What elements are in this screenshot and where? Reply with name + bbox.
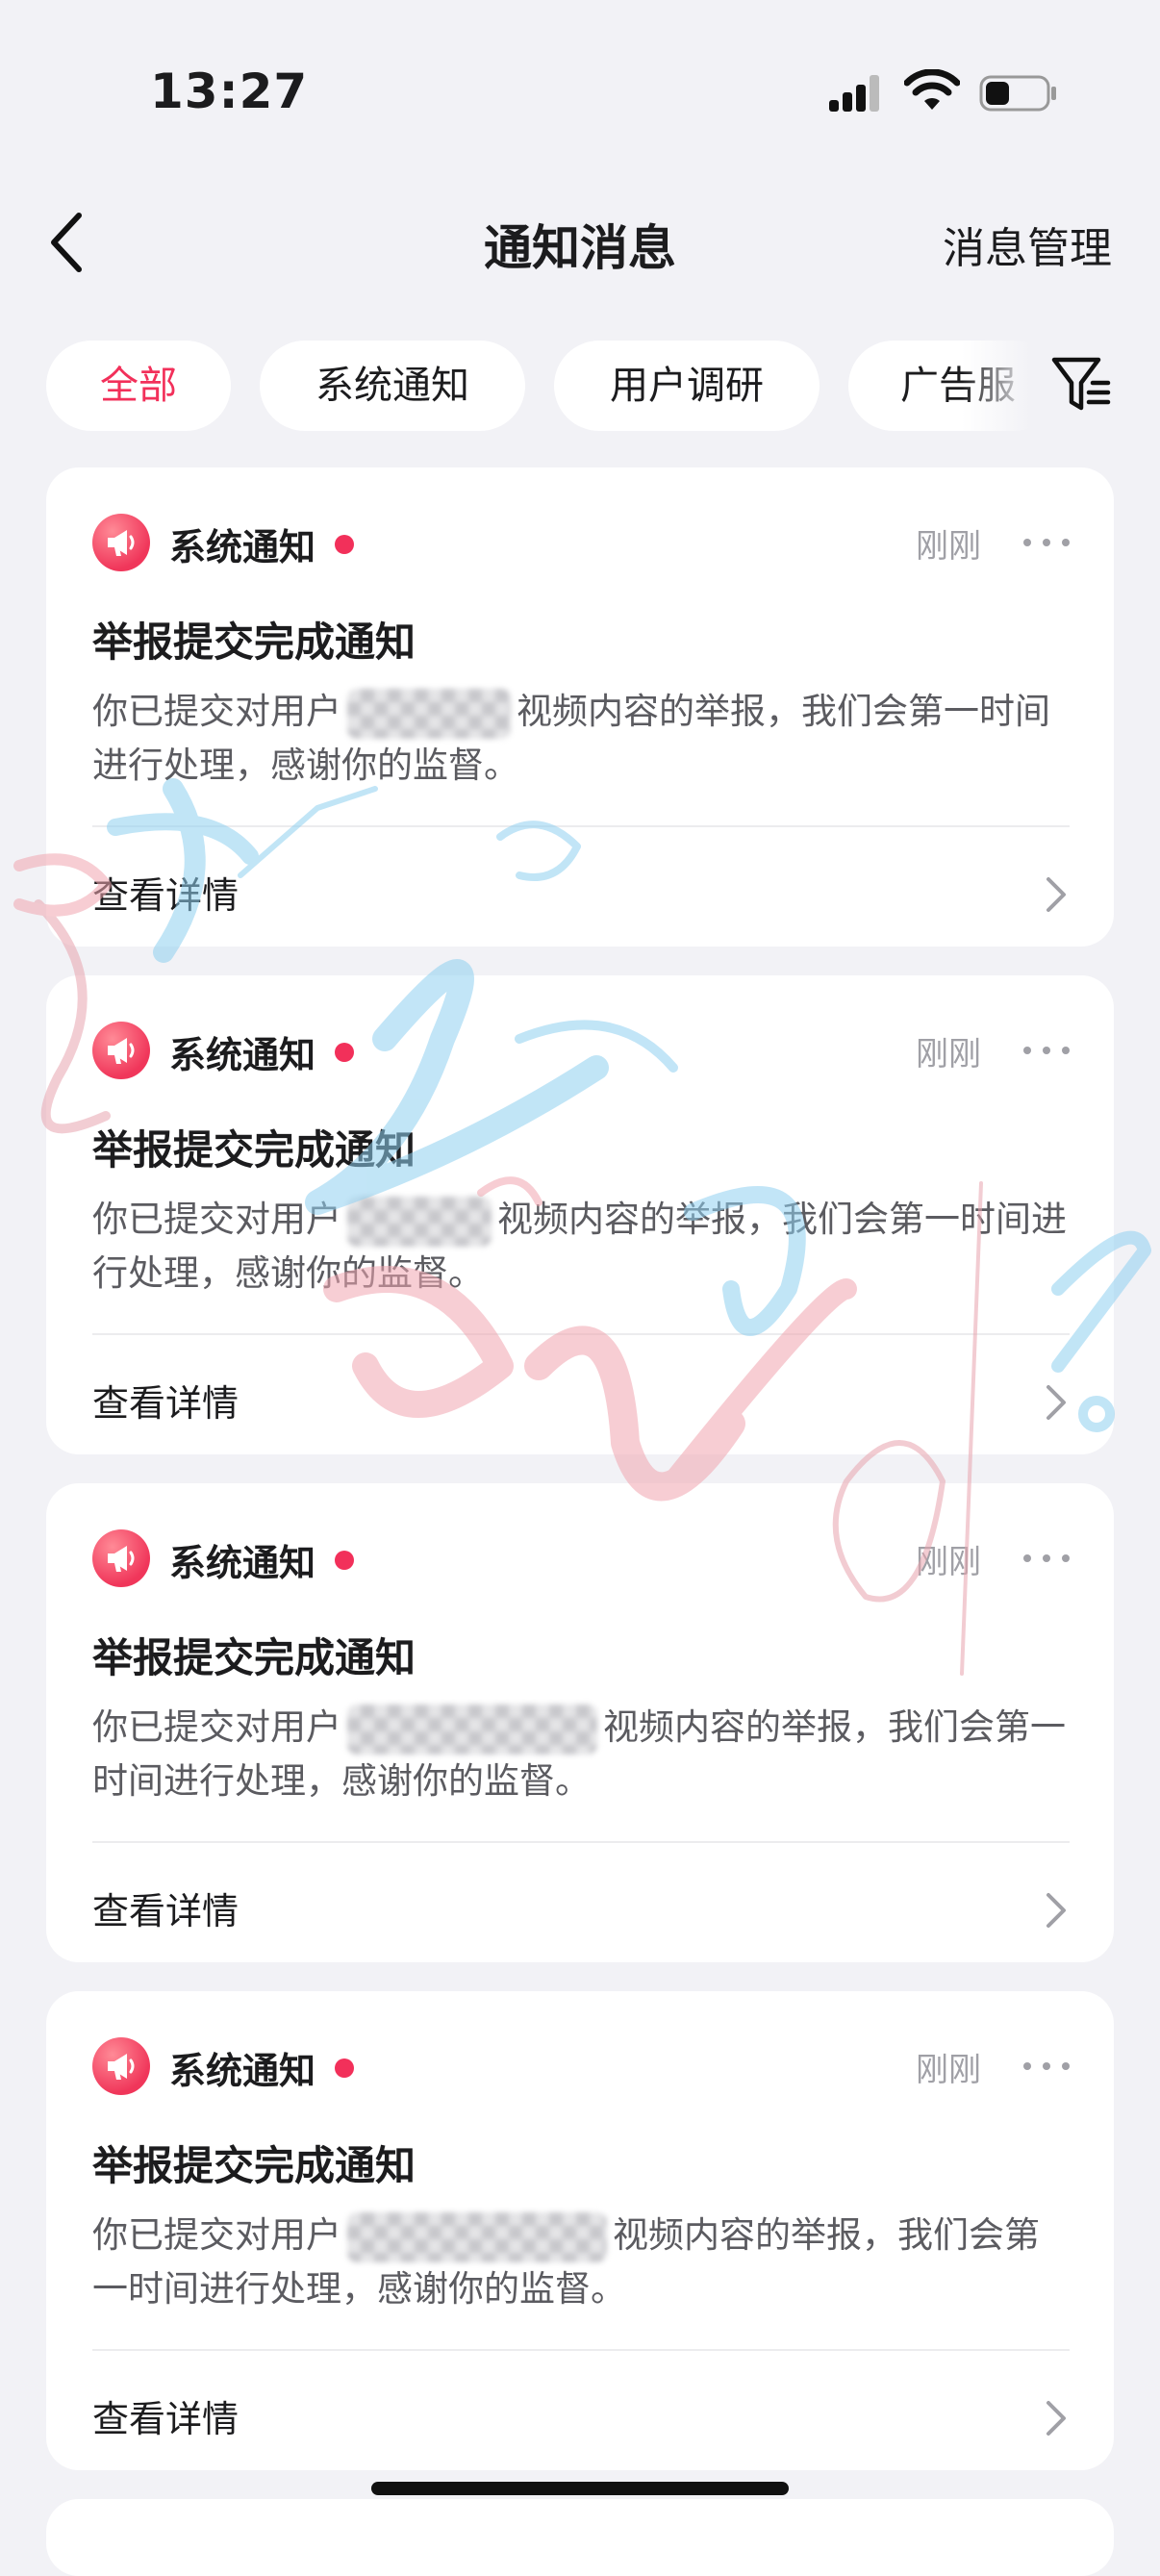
more-dots-icon[interactable]: [1018, 1539, 1075, 1578]
redacted-username: [347, 1196, 492, 1247]
more-dots-icon[interactable]: [1018, 523, 1075, 562]
status-bar: 13:27: [0, 0, 1160, 144]
view-details-link[interactable]: 查看详情: [92, 1881, 239, 1934]
filter-tabs: 全部 系统通知 用户调研 广告服: [0, 339, 1039, 435]
megaphone-icon: [92, 514, 150, 571]
redacted-username: [347, 688, 511, 739]
tab-system-notice[interactable]: 系统通知: [260, 341, 525, 431]
divider: [92, 1841, 1070, 1843]
notification-body: 你已提交对用户 视频内容的举报，我们会第一时间进行处理，感谢你的监督。: [92, 685, 1073, 793]
unread-dot: [335, 535, 354, 554]
battery-icon: [979, 75, 1056, 112]
notification-time: 刚刚: [916, 1035, 981, 1073]
divider: [92, 1333, 1070, 1335]
filter-icon[interactable]: [1050, 354, 1112, 416]
unread-dot: [335, 2058, 354, 2078]
notification-body: 你已提交对用户 视频内容的举报，我们会第一时间进行处理，感谢你的监督。: [92, 1193, 1073, 1301]
notification-title: 举报提交完成通知: [92, 1634, 416, 1681]
notification-time: 刚刚: [916, 2051, 981, 2089]
megaphone-icon: [92, 1022, 150, 1079]
notification-title: 举报提交完成通知: [92, 619, 416, 666]
notification-source: 系统通知: [169, 2050, 316, 2092]
chevron-right-icon: [1047, 2401, 1066, 2436]
redacted-username: [347, 1704, 597, 1755]
more-dots-icon[interactable]: [1018, 2047, 1075, 2085]
chevron-right-icon: [1047, 877, 1066, 912]
chevron-right-icon: [1047, 1893, 1066, 1928]
chips-fade: [962, 339, 1048, 435]
chevron-right-icon: [1047, 1385, 1066, 1420]
megaphone-icon: [92, 2037, 150, 2095]
notification-card[interactable]: 系统通知 刚刚 举报提交完成通知 你已提交对用户 视频内容的举报，我们会第一时间进…: [46, 975, 1114, 1454]
notification-card[interactable]: 系统通知 刚刚 举报提交完成通知 你已提交对用户 视频内容的举报，我们会第一时间进…: [46, 1483, 1114, 1962]
view-details-link[interactable]: 查看详情: [92, 866, 239, 919]
unread-dot: [335, 1551, 354, 1570]
notification-source: 系统通知: [169, 526, 316, 568]
message-settings-button[interactable]: 消息管理: [943, 214, 1112, 275]
view-details-link[interactable]: 查看详情: [92, 2389, 239, 2442]
status-time: 13:27: [150, 63, 309, 119]
unread-dot: [335, 1043, 354, 1062]
notification-body: 你已提交对用户 视频内容的举报，我们会第一时间进行处理，感谢你的监督。: [92, 1701, 1073, 1808]
notification-card-partial[interactable]: [46, 2499, 1114, 2576]
notification-card[interactable]: 系统通知 刚刚 举报提交完成通知 你已提交对用户 视频内容的举报，我们会第一时间进…: [46, 1991, 1114, 2470]
notification-title: 举报提交完成通知: [92, 1126, 416, 1174]
notification-body: 你已提交对用户 视频内容的举报，我们会第一时间进行处理，感谢你的监督。: [92, 2209, 1073, 2316]
notification-card[interactable]: 系统通知 刚刚 举报提交完成通知 你已提交对用户 视频内容的举报，我们会第一时间进…: [46, 467, 1114, 947]
signal-icon: [829, 75, 879, 112]
more-dots-icon[interactable]: [1018, 1031, 1075, 1070]
notification-time: 刚刚: [916, 527, 981, 566]
redacted-username: [347, 2211, 607, 2262]
megaphone-icon: [92, 1529, 150, 1587]
view-details-link[interactable]: 查看详情: [92, 1374, 239, 1427]
notification-source: 系统通知: [169, 1034, 316, 1076]
divider: [92, 825, 1070, 827]
divider: [92, 2349, 1070, 2351]
tab-all[interactable]: 全部: [46, 341, 231, 431]
notification-title: 举报提交完成通知: [92, 2142, 416, 2189]
notification-source: 系统通知: [169, 1542, 316, 1584]
wifi-icon: [904, 69, 960, 110]
notification-time: 刚刚: [916, 1543, 981, 1581]
home-indicator[interactable]: [371, 2482, 789, 2495]
tab-user-survey[interactable]: 用户调研: [554, 341, 820, 431]
